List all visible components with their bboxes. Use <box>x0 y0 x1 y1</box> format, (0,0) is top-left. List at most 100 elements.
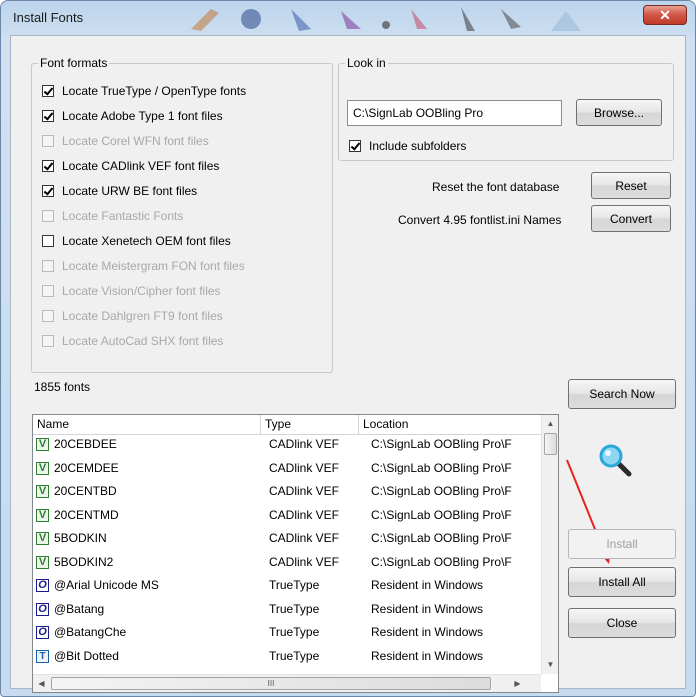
font-name-cell: @Batang <box>54 601 105 616</box>
font-list-row[interactable]: V 20CEMDEE CADlink VEF C:\SignLab OOBling P… <box>33 459 541 479</box>
include-subfolders-label: Include subfolders <box>369 139 467 153</box>
close-window-button[interactable]: ✕ <box>643 5 687 25</box>
font-list-row[interactable]: V 5BODKIN2 CADlink VEF C:\SignLab OOBling P… <box>33 553 541 573</box>
vef-font-icon: V <box>36 438 49 451</box>
close-icon: ✕ <box>659 7 671 23</box>
font-format-checkbox <box>42 310 54 322</box>
font-format-option[interactable]: Locate CADlink VEF font files <box>42 157 219 175</box>
font-format-option: Locate Dahlgren FT9 font files <box>42 307 223 325</box>
scroll-right-icon[interactable]: ▶ <box>509 675 526 692</box>
font-format-label: Locate Adobe Type 1 font files <box>62 109 223 123</box>
font-format-checkbox <box>42 210 54 222</box>
font-list-row[interactable]: V 20CEBDEE CADlink VEF C:\SignLab OOBling P… <box>33 435 541 455</box>
column-header-location[interactable]: Location <box>359 415 541 434</box>
font-type-cell: TrueType <box>269 648 320 663</box>
truetype-font-icon: T <box>36 649 49 663</box>
scroll-down-icon[interactable]: ▼ <box>542 656 558 673</box>
font-list-row[interactable]: O @Arial Unicode MS TrueType Resident in Wi… <box>33 576 541 596</box>
font-format-checkbox[interactable] <box>42 235 54 247</box>
font-format-option[interactable]: Locate Adobe Type 1 font files <box>42 107 223 125</box>
font-location-cell: C:\SignLab OOBling Pro\F <box>371 554 512 569</box>
font-format-checkbox <box>42 285 54 297</box>
scroll-left-icon[interactable]: ◀ <box>33 675 50 692</box>
font-list-row[interactable]: V 20CENTMD CADlink VEF C:\SignLab OOBling P… <box>33 506 541 526</box>
font-format-label: Locate Xenetech OEM font files <box>62 234 231 248</box>
vef-font-icon: V <box>36 532 49 545</box>
font-format-checkbox <box>42 335 54 347</box>
font-name-cell: @BatangChe <box>54 625 127 639</box>
font-location-cell: C:\SignLab OOBling Pro\F <box>371 531 512 545</box>
font-type-cell: CADlink VEF <box>269 507 340 522</box>
opentype-font-icon: O <box>36 626 49 639</box>
font-format-option[interactable]: Locate TrueType / OpenType fonts <box>42 82 246 100</box>
font-location-cell: Resident in Windows <box>371 578 484 592</box>
opentype-font-icon: O <box>36 602 49 616</box>
font-list-row[interactable]: V 20CENTBD CADlink VEF C:\SignLab OOBling P… <box>33 482 541 502</box>
window-title: Install Fonts <box>13 10 84 25</box>
font-format-label: Locate Corel WFN font files <box>62 134 209 148</box>
browse-button[interactable]: Browse... <box>576 99 662 126</box>
font-name-cell: 20CEBDEE <box>54 437 117 451</box>
column-header-name[interactable]: Name <box>33 415 261 434</box>
font-format-label: Locate Vision/Cipher font files <box>62 284 221 298</box>
font-type-cell: CADlink VEF <box>269 531 340 545</box>
font-formats-legend: Font formats <box>40 56 108 70</box>
font-list-header: Name Type Location <box>33 415 541 435</box>
font-type-cell: CADlink VEF <box>269 460 340 475</box>
font-list-row[interactable]: V 5BODKIN CADlink VEF C:\SignLab OOBling Pr… <box>33 529 541 549</box>
horizontal-scroll-thumb[interactable]: III <box>51 677 491 690</box>
font-type-cell: TrueType <box>269 578 320 592</box>
vef-font-icon: V <box>36 508 49 522</box>
font-type-cell: CADlink VEF <box>269 484 340 498</box>
install-button[interactable]: Install <box>568 529 676 559</box>
font-format-option: Locate Corel WFN font files <box>42 132 209 150</box>
font-list[interactable]: Name Type Location V 20CEBDEE CADlink VEF C… <box>32 414 559 693</box>
font-format-label: Locate URW BE font files <box>62 184 198 198</box>
font-location-cell: C:\SignLab OOBling Pro\F <box>371 437 512 451</box>
reset-button[interactable]: Reset <box>591 172 671 199</box>
close-button[interactable]: Close <box>568 608 676 638</box>
font-list-row[interactable]: T @Bit Dotted TrueType Resident in Windows <box>33 647 541 667</box>
vef-font-icon: V <box>36 461 49 475</box>
font-location-cell: Resident in Windows <box>371 648 484 663</box>
font-format-checkbox[interactable] <box>42 160 54 172</box>
vertical-scrollbar[interactable]: ▲ ▼ <box>541 415 558 674</box>
look-in-path-input[interactable] <box>347 100 562 126</box>
font-name-cell: 20CENTBD <box>54 484 117 498</box>
include-subfolders-checkbox[interactable]: Include subfolders <box>349 137 466 155</box>
font-type-cell: CADlink VEF <box>269 437 340 451</box>
look-in-legend: Look in <box>347 56 386 70</box>
horizontal-scrollbar[interactable]: ◀ III ▶ <box>33 674 541 692</box>
font-format-checkbox[interactable] <box>42 85 54 97</box>
font-format-checkbox[interactable] <box>42 185 54 197</box>
font-format-checkbox <box>42 260 54 272</box>
font-format-option[interactable]: Locate URW BE font files <box>42 182 197 200</box>
vertical-scroll-thumb[interactable] <box>544 433 557 455</box>
font-format-label: Locate Fantastic Fonts <box>62 209 184 223</box>
font-format-option[interactable]: Locate Xenetech OEM font files <box>42 232 231 250</box>
install-fonts-window: Install Fonts ✕ Font formats Locate True… <box>0 0 696 697</box>
font-format-label: Locate TrueType / OpenType fonts <box>62 84 247 98</box>
font-name-cell: @Arial Unicode MS <box>54 578 159 592</box>
font-type-cell: CADlink VEF <box>269 554 340 569</box>
font-format-option: Locate Vision/Cipher font files <box>42 282 221 300</box>
font-location-cell: Resident in Windows <box>371 625 484 639</box>
vef-font-icon: V <box>36 555 49 569</box>
convert-button[interactable]: Convert <box>591 205 671 232</box>
title-bar[interactable]: Install Fonts ✕ <box>1 1 695 35</box>
column-header-type[interactable]: Type <box>261 415 359 434</box>
include-subfolders-box[interactable] <box>349 140 361 152</box>
font-formats-group: Font formats Locate TrueType / OpenType … <box>31 56 333 373</box>
font-format-label: Locate Dahlgren FT9 font files <box>62 309 223 323</box>
font-format-checkbox[interactable] <box>42 110 54 122</box>
reset-database-label: Reset the font database <box>432 180 560 194</box>
font-format-option: Locate Meistergram FON font files <box>42 257 245 275</box>
font-list-row[interactable]: O @BatangChe TrueType Resident in Windows <box>33 623 541 643</box>
search-now-button[interactable]: Search Now <box>568 379 676 409</box>
font-list-row[interactable]: O @Batang TrueType Resident in Windows <box>33 600 541 620</box>
scroll-up-icon[interactable]: ▲ <box>542 415 558 432</box>
install-all-button[interactable]: Install All <box>568 567 676 597</box>
font-location-cell: C:\SignLab OOBling Pro\F <box>371 507 512 522</box>
opentype-font-icon: O <box>36 579 49 592</box>
font-location-cell: C:\SignLab OOBling Pro\F <box>371 460 512 475</box>
